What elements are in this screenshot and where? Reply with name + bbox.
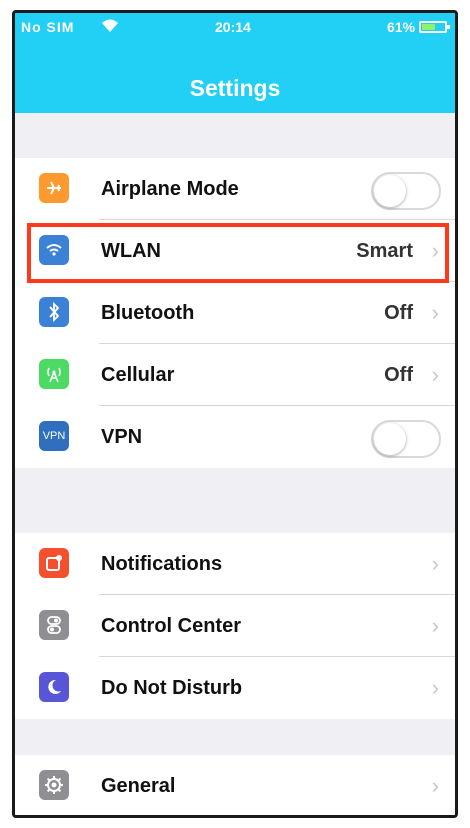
toggle-knob xyxy=(374,175,406,207)
settings-row-general[interactable]: General › xyxy=(15,755,455,815)
chevron-right-icon: › xyxy=(431,238,439,263)
carrier-label: No SIM xyxy=(21,19,75,35)
control-center-icon xyxy=(39,610,69,640)
settings-row-cellular[interactable]: Cellular Off › xyxy=(15,344,455,406)
chevron-right-icon: › xyxy=(431,551,439,576)
vpn-toggle[interactable] xyxy=(371,420,441,458)
wifi-status-icon xyxy=(101,17,119,36)
settings-row-label: Do Not Disturb xyxy=(101,676,243,699)
wifi-icon xyxy=(39,235,69,265)
settings-row-notifications[interactable]: Notifications › xyxy=(15,533,455,595)
settings-row-control-center[interactable]: Control Center › xyxy=(15,595,455,657)
bluetooth-icon xyxy=(39,297,69,327)
settings-row-wlan[interactable]: WLAN Smart › xyxy=(15,220,455,282)
airplane-icon xyxy=(39,173,69,203)
settings-row-label: WLAN xyxy=(101,239,161,262)
settings-row-vpn[interactable]: VPN VPN xyxy=(15,406,455,468)
settings-row-airplane-mode[interactable]: Airplane Mode xyxy=(15,158,455,220)
settings-group-system: Notifications › Control Center › Do Not Dist… xyxy=(15,533,455,719)
notifications-icon xyxy=(39,548,69,578)
settings-group-general: General › xyxy=(15,755,455,815)
settings-row-label: Cellular xyxy=(101,363,175,386)
settings-row-label: Bluetooth xyxy=(101,301,195,324)
vpn-icon-label: VPN xyxy=(42,430,66,442)
gear-icon xyxy=(39,770,69,800)
airplane-mode-toggle[interactable] xyxy=(371,172,441,210)
battery-icon xyxy=(419,21,450,33)
settings-row-label: Notifications xyxy=(101,552,223,575)
settings-row-do-not-disturb[interactable]: Do Not Disturb › xyxy=(15,657,455,719)
chevron-right-icon: › xyxy=(431,773,439,798)
battery-indicator: 61% xyxy=(386,19,450,35)
page-title: Settings xyxy=(189,75,281,101)
status-bar: No SIM 20:14 61% xyxy=(15,19,455,39)
chevron-right-icon: › xyxy=(431,362,439,387)
cellular-icon xyxy=(39,359,69,389)
battery-percent: 61% xyxy=(386,19,415,35)
settings-row-value: Smart xyxy=(356,239,413,262)
settings-row-bluetooth[interactable]: Bluetooth Off › xyxy=(15,282,455,344)
settings-row-label: General xyxy=(101,774,176,797)
moon-icon xyxy=(39,672,69,702)
phone-frame: No SIM 20:14 61% Settings Airplane Mode W… xyxy=(12,10,458,818)
settings-group-connectivity: Airplane Mode WLAN Smart › Bluetooth Off › Cell… xyxy=(15,158,455,468)
settings-row-value: Off xyxy=(384,301,413,324)
clock: 20:14 xyxy=(215,19,251,35)
settings-row-label: VPN xyxy=(101,425,143,448)
toggle-knob xyxy=(374,423,406,455)
vpn-icon: VPN xyxy=(39,421,69,451)
navigation-bar: No SIM 20:14 61% Settings xyxy=(15,13,455,113)
chevron-right-icon: › xyxy=(431,613,439,638)
chevron-right-icon: › xyxy=(431,675,439,700)
settings-row-label: Control Center xyxy=(101,614,241,637)
chevron-right-icon: › xyxy=(431,300,439,325)
settings-row-value: Off xyxy=(384,363,413,386)
settings-row-label: Airplane Mode xyxy=(101,177,239,200)
